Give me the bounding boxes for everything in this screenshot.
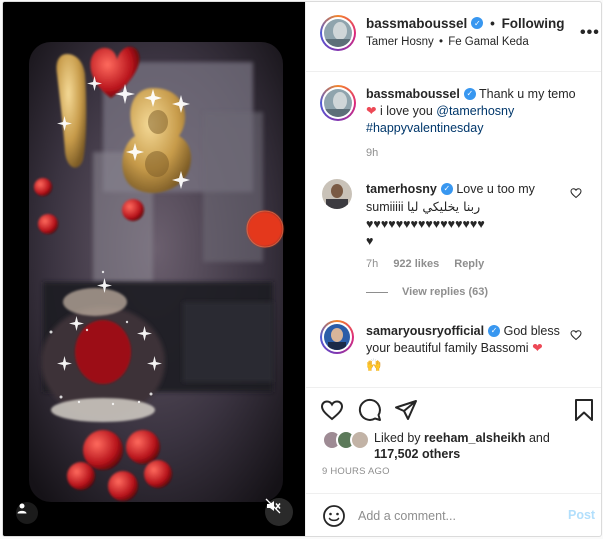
mute-icon[interactable] [265,498,293,526]
following-button[interactable]: Following [502,16,565,31]
hashtag-link[interactable]: #happyvalentinesday [366,121,483,135]
header-username-row: bassmaboussel ✓ • Following [366,16,565,31]
comment-time: 9h [366,147,379,159]
verified-badge-icon: ✓ [488,324,501,337]
comment-text: tamerhosny ✓ Love u too my sumiiiii ربنا … [366,181,566,250]
video-frame-image [3,2,305,536]
like-heart-icon[interactable] [570,187,582,199]
emoji-smiley-icon[interactable] [322,504,346,528]
comment-arabic: ربنا يخليكي ليا [406,199,481,214]
comment-bubble-icon[interactable] [358,398,382,422]
post-header: bassmaboussel ✓ • Following Tamer Hosny •… [306,2,601,72]
view-replies-button[interactable]: View replies (63) [366,286,488,298]
comment-time: 7h [366,258,379,270]
view-replies-label: View replies (63) [402,286,489,298]
add-comment-bar: Post [306,493,601,536]
liked-by-and: and [528,431,550,445]
user-tag-icon[interactable] [16,502,38,524]
header-subline: Tamer Hosny • Fe Gamal Keda [366,36,529,48]
like-heart-icon[interactable] [570,329,582,341]
avatar[interactable] [320,15,356,51]
avatar[interactable] [320,320,354,354]
liked-by-prefix: Liked by [374,431,421,445]
replies-divider [366,291,388,293]
comment-username[interactable]: samaryousryofficial [366,324,484,338]
liked-by-text: Liked by reeham_alsheikh and 117,502 oth… [374,430,574,462]
hearts-row: ♥♥♥♥♥♥♥♥♥♥♥♥♥♥♥♥ [366,217,486,231]
post-username[interactable]: bassmaboussel [366,16,467,31]
save-bookmark-icon[interactable] [572,398,596,422]
comment-line-2: your beautiful family Bassomi [366,341,529,355]
location-link[interactable]: Fe Gamal Keda [448,36,529,48]
caption-meta: 9h [366,147,390,159]
follow-separator: • [490,16,495,31]
comment-text: samaryousryofficial ✓ God bless your beau… [366,323,576,374]
more-horizontal-icon[interactable]: ••• [580,24,600,42]
mention-link[interactable]: @tamerhosny [436,104,514,118]
avatar[interactable] [322,179,352,209]
red-heart-icon: ❤ [366,104,377,118]
verified-badge-icon: ✓ [471,17,484,30]
post-time-ago[interactable]: 9 HOURS AGO [322,466,390,477]
liked-avatars [322,430,372,450]
hearts-row-end: ♥ [366,234,374,248]
like-heart-icon[interactable] [320,398,344,422]
location-separator: • [438,36,443,48]
comment-likes[interactable]: 922 likes [393,258,439,270]
comments-list: bassmaboussel ✓ Thank u my temo ❤ i love … [306,73,601,393]
avatar [350,430,370,450]
avatar[interactable] [320,85,356,121]
raised-hands-icon: 🙌 [366,358,382,372]
red-heart-icon: ❤ [532,341,543,355]
post-dialog: bassmaboussel ✓ • Following Tamer Hosny •… [2,1,602,537]
verified-badge-icon: ✓ [463,87,476,100]
liked-by-count[interactable]: 117,502 others [374,447,460,461]
liked-by-user[interactable]: reeham_alsheikh [424,431,525,445]
comment-username[interactable]: tamerhosny [366,182,437,196]
post-details-pane: bassmaboussel ✓ • Following Tamer Hosny •… [305,2,601,536]
comment-line-2: sumiiiii [366,200,404,214]
comment-username[interactable]: bassmaboussel [366,87,460,101]
post-comment-button[interactable]: Post [568,508,595,522]
caption-line-1: Thank u my temo [479,87,576,101]
caption-text: bassmaboussel ✓ Thank u my temo ❤ i love … [366,86,576,137]
comment-meta: 7h 922 likes Reply [366,258,496,270]
post-actions: Liked by reeham_alsheikh and 117,502 oth… [306,387,601,499]
share-paper-plane-icon[interactable] [394,398,418,422]
verified-badge-icon: ✓ [440,182,453,195]
comment-line-1: Love u too my [456,182,535,196]
post-video[interactable] [3,2,305,536]
reply-button[interactable]: Reply [454,258,484,270]
caption-line-2: i love you [379,104,433,118]
comment-input[interactable] [358,506,548,526]
tagged-user-link[interactable]: Tamer Hosny [366,36,434,48]
comment-line-1: God bless [503,324,560,338]
